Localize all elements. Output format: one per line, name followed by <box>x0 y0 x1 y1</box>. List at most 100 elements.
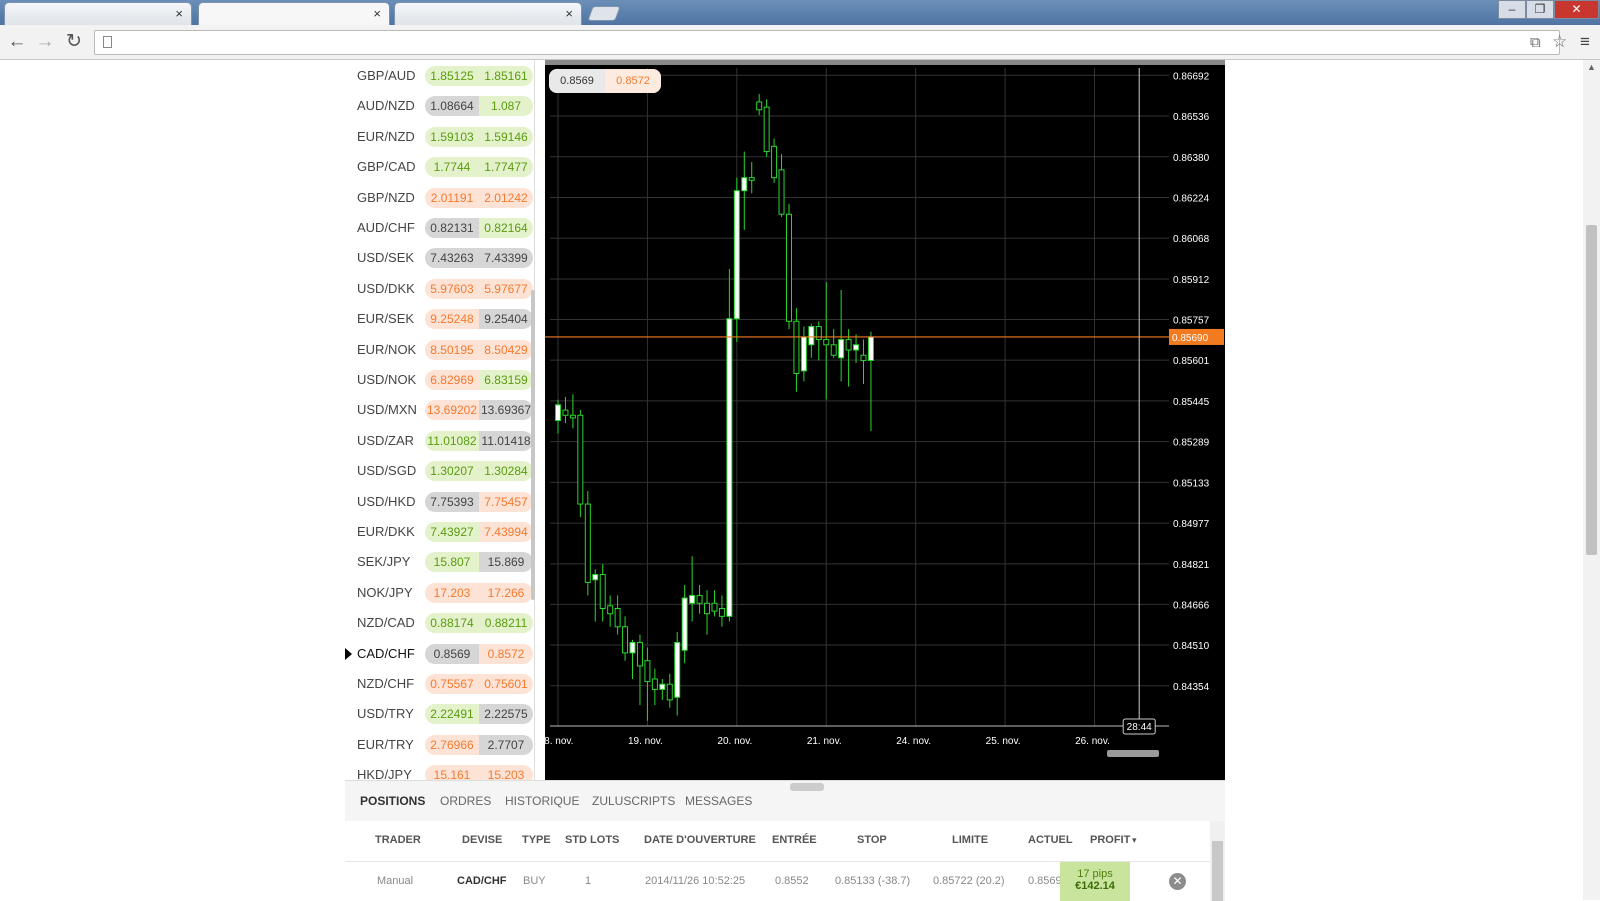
minimize-icon[interactable]: – <box>1498 0 1526 19</box>
pair-row[interactable]: SEK/JPY 15.807 15.869 <box>345 547 534 577</box>
panel-scrollbar[interactable] <box>1210 821 1225 901</box>
pair-row[interactable]: NZD/CAD 0.88174 0.88211 <box>345 608 534 638</box>
col-stop[interactable]: STOP <box>857 834 887 846</box>
ask-price-button[interactable]: 1.77477 <box>479 157 533 178</box>
pair-row[interactable]: USD/DKK 5.97603 5.97677 <box>345 274 534 304</box>
candle-body[interactable] <box>599 574 606 609</box>
translate-icon[interactable]: ⧉ <box>1530 34 1541 51</box>
bid-price-button[interactable]: 0.88174 <box>425 613 479 634</box>
ask-price-button[interactable]: 5.97677 <box>479 278 533 299</box>
ask-price-button[interactable]: 2.7707 <box>479 734 533 755</box>
close-position-icon[interactable]: ✕ <box>1169 873 1186 890</box>
candle-body[interactable] <box>607 605 614 615</box>
candle-body[interactable] <box>704 602 711 615</box>
reload-icon[interactable]: ↻ <box>63 32 85 54</box>
candle-body[interactable] <box>778 169 785 215</box>
pair-row[interactable]: EUR/NZD 1.59103 1.59146 <box>345 122 534 152</box>
candle-body[interactable] <box>741 177 748 192</box>
tab-historique[interactable]: HISTORIQUE <box>505 794 579 808</box>
candle-body[interactable] <box>771 145 778 179</box>
ask-price-button[interactable]: 1.30284 <box>479 461 533 482</box>
pair-row[interactable]: USD/HKD 7.75393 7.75457 <box>345 487 534 517</box>
bid-price-button[interactable]: 11.01082 <box>425 430 479 451</box>
candle-body[interactable] <box>726 318 733 617</box>
col-limite[interactable]: LIMITE <box>952 834 988 846</box>
bid-price-button[interactable]: 7.43263 <box>425 248 479 269</box>
back-arrow-icon[interactable]: ← <box>6 32 28 54</box>
candle-body[interactable] <box>636 641 643 667</box>
ask-price-button[interactable]: 13.69367 <box>479 400 533 421</box>
ask-price-button[interactable]: 1.59146 <box>479 126 533 147</box>
pair-row[interactable]: USD/MXN 13.69202 13.69367 <box>345 395 534 425</box>
ask-price-button[interactable]: 7.43994 <box>479 522 533 542</box>
bid-price-button[interactable]: 1.08664 <box>425 96 479 117</box>
candle-body[interactable] <box>808 326 815 346</box>
bid-price-button[interactable]: 2.76966 <box>425 734 479 755</box>
candle-body[interactable] <box>629 641 636 654</box>
col-actuel[interactable]: ACTUEL <box>1028 834 1073 846</box>
scroll-up-icon[interactable]: ▲ <box>1587 62 1596 72</box>
ask-price-button[interactable]: 15.869 <box>479 552 533 573</box>
bookmark-star-icon[interactable]: ☆ <box>1552 32 1567 52</box>
candle-body[interactable] <box>867 336 874 361</box>
pair-row[interactable]: USD/TRY 2.22491 2.22575 <box>345 699 534 729</box>
col-trader[interactable]: TRADER <box>375 834 421 846</box>
currency-pair-list[interactable]: GBP/AUD 1.85125 1.85161 AUD/NZD 1.08664 1.087… <box>345 60 535 786</box>
candle-body[interactable] <box>793 320 800 374</box>
pair-list-scrollbar[interactable] <box>531 290 535 600</box>
bid-price-button[interactable]: 1.30207 <box>425 461 479 482</box>
pair-row[interactable]: AUD/CHF 0.82131 0.82164 <box>345 213 534 243</box>
pair-row[interactable]: GBP/AUD 1.85125 1.85161 <box>345 61 534 91</box>
candle-body[interactable] <box>696 594 703 604</box>
candle-body[interactable] <box>845 339 852 351</box>
col-date[interactable]: DATE D'OUVERTURE <box>644 834 756 846</box>
candle-body[interactable] <box>622 626 629 654</box>
ask-price-button[interactable]: 2.22575 <box>479 704 533 725</box>
pair-row[interactable]: GBP/CAD 1.7744 1.77477 <box>345 152 534 182</box>
chart-scroll-handle[interactable] <box>1107 750 1159 757</box>
pair-row[interactable]: AUD/NZD 1.08664 1.087 <box>345 91 534 121</box>
bid-price-button[interactable]: 0.75567 <box>425 674 479 694</box>
candle-body[interactable] <box>860 354 867 361</box>
candle-body[interactable] <box>853 344 860 351</box>
col-entree[interactable]: ENTRÉE <box>772 834 817 846</box>
col-type[interactable]: TYPE <box>522 834 551 846</box>
pair-row[interactable]: EUR/TRY 2.76966 2.7707 <box>345 730 534 760</box>
new-tab-button[interactable] <box>587 6 621 21</box>
col-profit[interactable]: PROFIT <box>1090 834 1130 846</box>
pair-row[interactable]: EUR/NOK 8.50195 8.50429 <box>345 335 534 365</box>
candle-body[interactable] <box>651 678 658 690</box>
browser-tab-3[interactable]: × <box>394 2 582 25</box>
bid-price-button[interactable]: 17.203 <box>425 582 479 603</box>
window-close-icon[interactable]: ✕ <box>1554 0 1599 19</box>
candle-body[interactable] <box>785 213 792 322</box>
pair-row[interactable]: NZD/CHF 0.75567 0.75601 <box>345 669 534 699</box>
tab-zuluscripts[interactable]: ZULUSCRIPTS <box>592 794 675 808</box>
candle-body[interactable] <box>733 190 740 320</box>
cell-limite[interactable]: 0.85722 (20.2) <box>933 875 1005 887</box>
bid-price-button[interactable]: 15.807 <box>425 552 479 573</box>
ask-price-button[interactable]: 11.01418 <box>479 430 533 451</box>
pair-row[interactable]: USD/NOK 6.82969 6.83159 <box>345 365 534 395</box>
bid-price-button[interactable]: 5.97603 <box>425 278 479 299</box>
pair-row[interactable]: USD/ZAR 11.01082 11.01418 <box>345 426 534 456</box>
browser-tab-2[interactable]: × <box>198 2 390 25</box>
bid-price-button[interactable]: 0.8569 <box>425 643 479 664</box>
bid-price-button[interactable]: 1.85125 <box>425 66 479 86</box>
pair-row[interactable]: NOK/JPY 17.203 17.266 <box>345 578 534 608</box>
page-scrollbar[interactable]: ▲ <box>1583 60 1600 900</box>
candle-body[interactable] <box>838 339 845 359</box>
candle-body[interactable] <box>756 101 763 111</box>
candle-body[interactable] <box>815 326 822 341</box>
cell-stop[interactable]: 0.85133 (-38.7) <box>835 875 910 887</box>
forward-arrow-icon[interactable]: → <box>34 32 56 54</box>
candle-body[interactable] <box>674 641 681 698</box>
ask-price-button[interactable]: 0.82164 <box>479 218 533 238</box>
col-devise[interactable]: DEVISE <box>462 834 502 846</box>
maximize-icon[interactable]: ❐ <box>1526 0 1554 19</box>
bid-price-button[interactable]: 1.7744 <box>425 157 479 178</box>
bid-price-button[interactable]: 0.82131 <box>425 218 479 238</box>
tab-close-icon[interactable]: × <box>373 6 381 21</box>
ask-price-button[interactable]: 1.087 <box>479 96 533 117</box>
candle-body[interactable] <box>666 683 673 701</box>
